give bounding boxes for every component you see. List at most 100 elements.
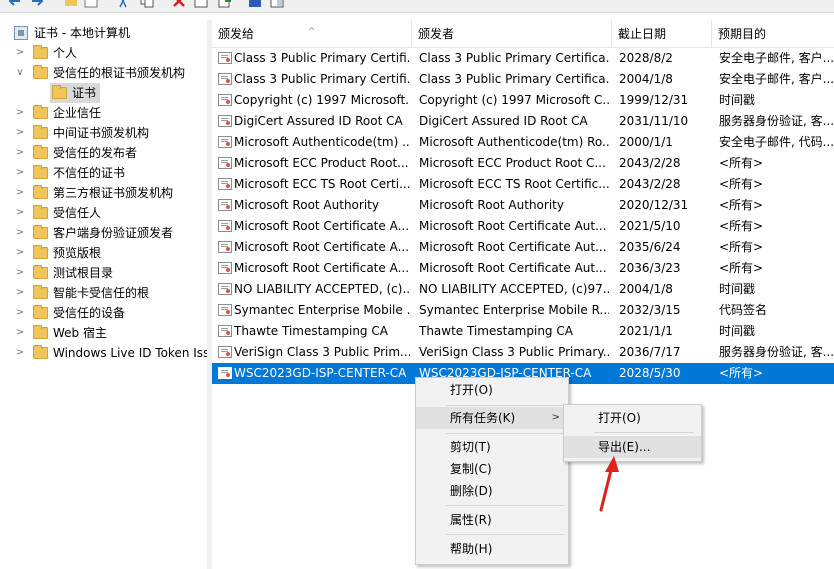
certificate-row[interactable]: Class 3 Public Primary Certifi... Class 3…: [212, 69, 834, 90]
menu-item-label: 打开(O): [598, 411, 641, 425]
chevron-right-icon: >: [551, 412, 560, 423]
purposes-cell: <所有>: [719, 198, 764, 212]
column-header-purposes[interactable]: 预期目的: [712, 20, 834, 47]
context-menu: 打开(O) 所有任务(K) > 剪切(T) 复制(C) 删除(D) 属性(R) …: [415, 377, 569, 565]
tree-item-label: 企业信任: [53, 106, 102, 120]
submenu-item-export[interactable]: 导出(E)...: [564, 436, 701, 458]
tree-item-label: Windows Live ID Token Issuer: [53, 346, 208, 360]
toolbar: [0, 0, 834, 13]
menu-item-properties[interactable]: 属性(R): [416, 509, 568, 531]
console-tree-icon[interactable]: [84, 0, 98, 8]
menu-item-copy[interactable]: 复制(C): [416, 458, 568, 480]
chevron-right-icon[interactable]: >: [15, 143, 25, 163]
column-header-issued-to[interactable]: ^ 颁发给: [212, 20, 412, 47]
certificate-row[interactable]: Microsoft ECC TS Root Certi... Microsoft …: [212, 174, 834, 195]
certificate-row[interactable]: Microsoft Root Certificate A... Microsoft…: [212, 216, 834, 237]
issued-by-cell: Symantec Enterprise Mobile R...: [419, 303, 609, 317]
tree-root-label: 证书 - 本地计算机: [34, 26, 130, 40]
certificate-row[interactable]: Microsoft Authenticode(tm) ... Microsoft …: [212, 132, 834, 153]
expiration-cell: 2043/2/28: [619, 156, 681, 170]
console-tree: 证书 - 本地计算机 > 个人 ∨ 受信任的根证书颁发机构 证书 > 企业信任 > 中间证书颁发…: [0, 20, 208, 569]
expiration-cell: 2032/3/15: [619, 303, 681, 317]
column-header-expiration[interactable]: 截止日期: [612, 20, 712, 47]
cut-icon[interactable]: [116, 0, 130, 8]
certificate-icon: [218, 367, 232, 379]
purposes-cell: <所有>: [719, 240, 764, 254]
certificate-row[interactable]: DigiCert Assured ID Root CA DigiCert Assu…: [212, 111, 834, 132]
folder-up-icon[interactable]: [64, 0, 78, 8]
certificate-row[interactable]: Microsoft ECC Product Root... Microsoft E…: [212, 153, 834, 174]
certificate-row[interactable]: Thawte Timestamping CA Thawte Timestampin…: [212, 321, 834, 342]
tree-item-label: Web 宿主: [53, 326, 107, 340]
chevron-right-icon[interactable]: >: [15, 323, 25, 343]
issued-to-cell: Microsoft ECC Product Root...: [234, 156, 409, 170]
purposes-cell: <所有>: [719, 366, 764, 380]
certificate-icon: [218, 136, 232, 148]
menu-item-label: 属性(R): [450, 513, 492, 527]
chevron-right-icon[interactable]: >: [15, 123, 25, 143]
forward-arrow-icon[interactable]: [30, 0, 44, 8]
purposes-cell: 服务器身份验证, 客...: [719, 345, 834, 359]
certificate-row[interactable]: NO LIABILITY ACCEPTED, (c)... NO LIABILIT…: [212, 279, 834, 300]
menu-item-label: 帮助(H): [450, 542, 493, 556]
chevron-down-icon[interactable]: ∨: [15, 63, 25, 83]
certificate-row[interactable]: Copyright (c) 1997 Microsoft... Copyright…: [212, 90, 834, 111]
purposes-cell: 时间戳: [719, 93, 756, 107]
certificate-row[interactable]: Microsoft Root Certificate A... Microsoft…: [212, 237, 834, 258]
chevron-right-icon[interactable]: >: [15, 163, 25, 183]
chevron-right-icon[interactable]: >: [15, 343, 25, 363]
properties-icon[interactable]: [194, 0, 208, 8]
chevron-right-icon[interactable]: >: [15, 283, 25, 303]
export-list-icon[interactable]: [218, 0, 232, 8]
menu-item-help[interactable]: 帮助(H): [416, 538, 568, 560]
tree-item-label: 测试根目录: [53, 266, 114, 280]
expiration-cell: 2036/7/17: [619, 345, 681, 359]
chevron-right-icon[interactable]: >: [15, 263, 25, 283]
purposes-cell: 安全电子邮件, 代码...: [719, 135, 834, 149]
column-header-issued-by[interactable]: 颁发者: [412, 20, 612, 47]
certificate-row[interactable]: Class 3 Public Primary Certifi... Class 3…: [212, 48, 834, 69]
expiration-cell: 2000/1/1: [619, 135, 673, 149]
chevron-right-icon[interactable]: >: [15, 103, 25, 123]
certificate-icon: [218, 325, 232, 337]
certificate-row[interactable]: Symantec Enterprise Mobile ... Symantec E…: [212, 300, 834, 321]
copy-icon[interactable]: [140, 0, 154, 8]
menu-item-label: 删除(D): [450, 484, 493, 498]
chevron-right-icon[interactable]: >: [15, 43, 25, 63]
certificate-row[interactable]: Microsoft Root Certificate A... Microsoft…: [212, 258, 834, 279]
chevron-right-icon[interactable]: >: [15, 223, 25, 243]
menu-item-delete[interactable]: 删除(D): [416, 480, 568, 502]
submenu-item-open[interactable]: 打开(O): [564, 407, 701, 429]
tree-item[interactable]: 证书: [50, 83, 100, 103]
all-tasks-submenu: 打开(O) 导出(E)...: [563, 404, 702, 462]
menu-separator: [446, 534, 564, 535]
back-arrow-icon[interactable]: [8, 0, 22, 8]
menu-item-open[interactable]: 打开(O): [416, 379, 568, 401]
folder-icon: [33, 305, 48, 319]
issued-to-cell: Copyright (c) 1997 Microsoft...: [234, 93, 410, 107]
certificate-row[interactable]: VeriSign Class 3 Public Prim... VeriSign …: [212, 342, 834, 363]
purposes-cell: 服务器身份验证, 客...: [719, 114, 834, 128]
chevron-right-icon[interactable]: >: [15, 303, 25, 323]
chevron-right-icon[interactable]: >: [15, 243, 25, 263]
expiration-cell: 2021/1/1: [619, 324, 673, 338]
menu-item-label: 所有任务(K): [450, 411, 516, 425]
tree-item-label: 受信任的根证书颁发机构: [53, 66, 186, 80]
issued-to-cell: Microsoft ECC TS Root Certi...: [234, 177, 410, 191]
certificate-row[interactable]: Microsoft Root Authority Microsoft Root A…: [212, 195, 834, 216]
expiration-cell: 2043/2/28: [619, 177, 681, 191]
certificate-icon: [218, 73, 232, 85]
action-pane-icon[interactable]: [270, 0, 284, 8]
chevron-right-icon[interactable]: >: [15, 203, 25, 223]
column-label: 颁发给: [218, 27, 255, 41]
help-icon[interactable]: [248, 0, 262, 8]
certificate-icon: [218, 346, 232, 358]
issued-by-cell: Copyright (c) 1997 Microsoft C...: [419, 93, 609, 107]
menu-item-cut[interactable]: 剪切(T): [416, 436, 568, 458]
folder-icon: [33, 165, 48, 179]
chevron-right-icon[interactable]: >: [15, 183, 25, 203]
delete-icon[interactable]: [172, 0, 186, 8]
expiration-cell: 1999/12/31: [619, 93, 689, 107]
menu-item-all-tasks[interactable]: 所有任务(K) >: [416, 407, 568, 429]
folder-icon: [33, 185, 48, 199]
